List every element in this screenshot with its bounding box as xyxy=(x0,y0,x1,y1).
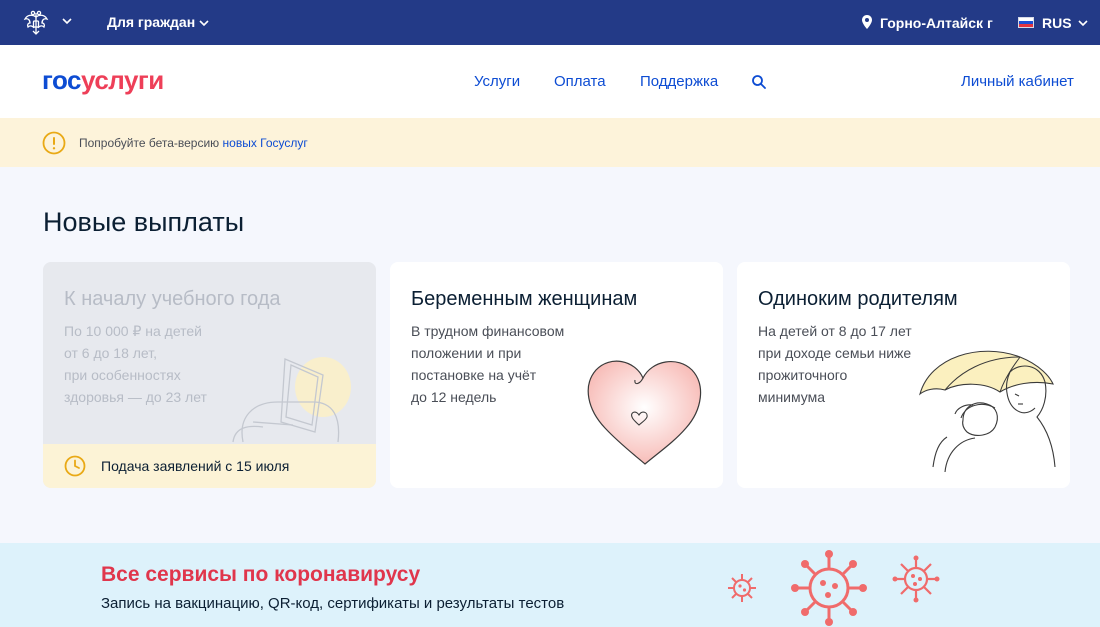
location-selector[interactable]: Горно-Алтайск г xyxy=(880,15,993,31)
virus-icon xyxy=(892,555,940,603)
card-title: К началу учебного года xyxy=(64,288,281,310)
main-section: Новые выплаты К началу учебного года По … xyxy=(0,167,1100,543)
location-pin-icon xyxy=(862,15,872,29)
clock-icon xyxy=(64,455,86,477)
account-link[interactable]: Личный кабинет xyxy=(961,73,1074,90)
audience-selector[interactable]: Для граждан xyxy=(107,14,195,30)
top-bar: Для граждан Горно-Алтайск г RUS xyxy=(0,0,1100,45)
card-pregnant-women[interactable]: Беременным женщинам В трудном финансовом… xyxy=(390,262,723,488)
umbrella-illustration xyxy=(919,350,1056,472)
card-description: По 10 000 ₽ на детей от 6 до 18 лет, при… xyxy=(64,323,207,405)
nav-services[interactable]: Услуги xyxy=(474,73,520,90)
chevron-down-icon[interactable] xyxy=(198,17,210,29)
covid-banner[interactable]: Все сервисы по коронавирусу Запись на ва… xyxy=(0,543,1100,627)
site-header: госуслуги Услуги Оплата Поддержка Личный… xyxy=(0,45,1100,118)
covid-subtitle: Запись на вакцинацию, QR-код, сертификат… xyxy=(101,595,565,612)
logo-part-gos: гос xyxy=(42,65,82,95)
backpack-illustration xyxy=(232,357,351,443)
language-selector[interactable]: RUS xyxy=(1042,15,1072,31)
page-title: Новые выплаты xyxy=(43,207,245,237)
heart-illustration xyxy=(587,360,702,465)
russian-flag-icon xyxy=(1018,17,1034,28)
covid-title[interactable]: Все сервисы по коронавирусу xyxy=(101,563,420,587)
beta-notice: Попробуйте бета-версию новых Госуслуг xyxy=(0,118,1100,167)
virus-icon xyxy=(728,574,756,602)
card-title: Беременным женщинам xyxy=(411,288,638,310)
notice-text: Попробуйте бета-версию новых Госуслуг xyxy=(79,136,308,150)
card-description: На детей от 8 до 17 лет при доходе семьи… xyxy=(758,323,912,405)
gosuslugi-logo[interactable]: госуслуги xyxy=(42,65,164,96)
virus-icon xyxy=(791,550,867,626)
card-single-parents[interactable]: Одиноким родителям На детей от 8 до 17 л… xyxy=(737,262,1070,488)
nav-payment[interactable]: Оплата xyxy=(554,73,606,90)
chevron-down-icon[interactable] xyxy=(1077,17,1089,29)
logo-part-uslugi: услуги xyxy=(81,65,164,95)
coat-of-arms-icon[interactable] xyxy=(22,9,50,37)
deadline-text: Подача заявлений с 15 июля xyxy=(101,458,290,474)
card-deadline: Подача заявлений с 15 июля xyxy=(43,444,376,488)
card-title: Одиноким родителям xyxy=(758,288,958,310)
beta-link[interactable]: новых Госуслуг xyxy=(223,136,308,150)
notice-message: Попробуйте бета-версию xyxy=(79,136,220,150)
card-school-year[interactable]: К началу учебного года По 10 000 ₽ на де… xyxy=(43,262,376,488)
warning-icon xyxy=(42,131,66,155)
chevron-down-icon[interactable] xyxy=(61,15,73,27)
card-description: В трудном финансовом положении и при пос… xyxy=(411,323,565,405)
nav-support[interactable]: Поддержка xyxy=(640,73,718,90)
search-icon[interactable] xyxy=(751,74,767,90)
